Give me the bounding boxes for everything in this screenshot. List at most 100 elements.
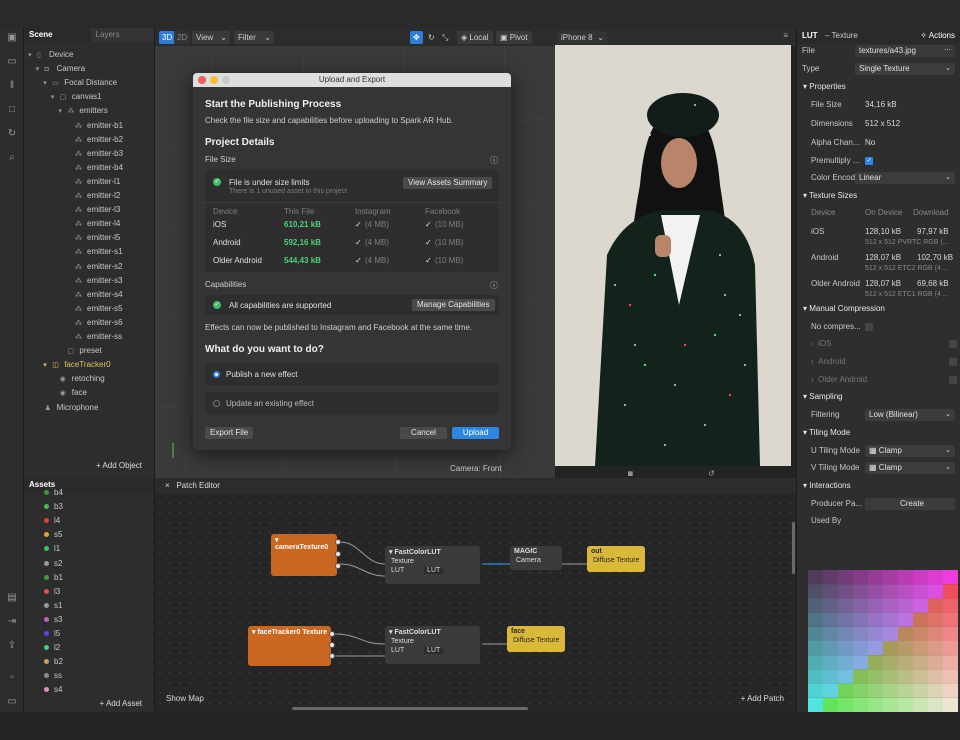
export-file-button[interactable]: Export File bbox=[205, 427, 254, 439]
refresh-icon[interactable]: ↻ bbox=[6, 128, 18, 140]
mode-2d-button[interactable]: 2D bbox=[174, 31, 191, 44]
actions-button[interactable]: ✧ Actions bbox=[920, 28, 955, 44]
caret-icon[interactable]: ▾ bbox=[58, 105, 67, 119]
upload-button[interactable]: Upload bbox=[452, 427, 499, 439]
create-button[interactable]: Create bbox=[865, 498, 955, 510]
lut-value[interactable]: LUT bbox=[424, 647, 444, 654]
menu-icon[interactable]: ≡ bbox=[783, 31, 788, 40]
device-preview-icon[interactable]: □ bbox=[6, 104, 18, 116]
interactions-section[interactable]: ▾ Interactions bbox=[803, 478, 851, 494]
texture-sizes-section[interactable]: ▾ Texture Sizes bbox=[803, 188, 857, 204]
tree-item[interactable]: ◉ retoching bbox=[51, 372, 105, 386]
asset-item[interactable]: s4 bbox=[44, 683, 62, 697]
radio-unselected[interactable] bbox=[213, 400, 220, 407]
tree-item[interactable]: ▾ ◫ faceTracker0 bbox=[43, 358, 110, 372]
info-icon[interactable]: ⓘ bbox=[490, 155, 498, 166]
option-new-effect[interactable]: Publish a new effect bbox=[205, 363, 499, 385]
output-port[interactable] bbox=[329, 642, 335, 648]
show-map-button[interactable]: Show Map bbox=[166, 694, 204, 703]
u-tiling-dropdown[interactable]: ▦ Clamp ⌄ bbox=[865, 445, 955, 457]
asset-item[interactable]: l3 bbox=[44, 585, 60, 599]
caret-icon[interactable]: ▾ bbox=[36, 63, 45, 77]
camera-texture-patch[interactable]: ▾ cameraTexture0 bbox=[271, 534, 337, 576]
folder-icon[interactable]: ▤ bbox=[6, 592, 18, 604]
more-icon[interactable]: ⋯ bbox=[944, 45, 951, 57]
asset-item[interactable]: l1 bbox=[44, 542, 60, 556]
pivot-button[interactable]: ▣ Pivot bbox=[496, 31, 532, 44]
type-dropdown[interactable]: Single Texture ⌄ bbox=[855, 63, 955, 75]
face-patch[interactable]: face Diffuse Texture bbox=[507, 626, 565, 652]
view-assets-summary-button[interactable]: View Assets Summary bbox=[403, 177, 493, 189]
caret-icon[interactable]: ▾ bbox=[28, 49, 37, 63]
tree-item[interactable]: ⁂ emitter-s3 bbox=[66, 274, 123, 288]
caret-icon[interactable]: ▾ bbox=[43, 359, 52, 373]
mode-3d-button[interactable]: 3D bbox=[159, 31, 176, 44]
output-port[interactable] bbox=[329, 631, 335, 637]
patch-editor[interactable]: × Patch Editor ▾ cameraTexture0 ▾ FastCo… bbox=[155, 478, 796, 712]
tree-item[interactable]: ⁂ emitter-s4 bbox=[66, 288, 123, 302]
info-icon[interactable]: ⓘ bbox=[490, 280, 498, 291]
tree-item[interactable]: ◉ face bbox=[51, 386, 87, 400]
tree-item[interactable]: ⁂ emitter-l3 bbox=[66, 203, 120, 217]
asset-item[interactable]: ss bbox=[44, 669, 62, 683]
cancel-button[interactable]: Cancel bbox=[400, 427, 447, 439]
device-dropdown[interactable]: iPhone 8 ⌄ bbox=[557, 31, 607, 44]
tree-item[interactable]: ▾ ▢ canvas1 bbox=[51, 90, 102, 104]
asset-item[interactable]: b1 bbox=[44, 571, 63, 585]
tree-item[interactable]: ▾ ▭ Focal Distance bbox=[43, 76, 117, 90]
lut-value[interactable]: LUT bbox=[424, 567, 444, 574]
columns-icon[interactable]: ‖ bbox=[6, 80, 18, 92]
filter-dropdown[interactable]: Filter ⌄ bbox=[234, 31, 274, 44]
asset-item[interactable]: l2 bbox=[44, 641, 60, 655]
add-asset-button[interactable]: + Add Asset bbox=[100, 699, 142, 708]
tree-item[interactable]: ⁂ emitter-l5 bbox=[66, 231, 120, 245]
vertical-scrollbar[interactable] bbox=[792, 522, 795, 574]
restart-icon[interactable]: ↺ bbox=[708, 469, 715, 478]
color-encoding-dropdown[interactable]: Linear ⌄ bbox=[855, 172, 955, 184]
mc-ios-row[interactable]: › iOS bbox=[811, 336, 831, 352]
viewport-icon[interactable]: ▣ bbox=[6, 32, 18, 44]
asset-item[interactable]: b2 bbox=[44, 655, 63, 669]
sampling-section[interactable]: ▾ Sampling bbox=[803, 389, 843, 405]
output-port[interactable] bbox=[335, 563, 341, 569]
properties-section[interactable]: ▾ Properties bbox=[803, 79, 846, 95]
minimize-window-icon[interactable] bbox=[210, 76, 218, 84]
output-port[interactable] bbox=[335, 539, 341, 545]
v-tiling-dropdown[interactable]: ▦ Clamp ⌄ bbox=[865, 462, 955, 474]
asset-item[interactable]: s1 bbox=[44, 599, 62, 613]
tree-item[interactable]: ⁂ emitter-b4 bbox=[66, 161, 123, 175]
tree-item[interactable]: ⁂ emitter-s1 bbox=[66, 245, 123, 259]
magic-patch[interactable]: MAGIC Camera bbox=[510, 546, 562, 570]
filtering-dropdown[interactable]: Low (Bilinear) ⌄ bbox=[865, 409, 955, 421]
fastcolorlut-patch-1[interactable]: ▾ FastColorLUT Texture LUT LUT bbox=[385, 546, 480, 584]
mc-ios-checkbox[interactable] bbox=[949, 340, 957, 348]
asset-item[interactable]: l4 bbox=[44, 514, 60, 528]
output-port[interactable] bbox=[329, 653, 335, 659]
screenshot-icon[interactable]: ◙ bbox=[628, 469, 633, 478]
search-icon[interactable]: ⌕ bbox=[6, 152, 18, 164]
asset-item[interactable]: b3 bbox=[44, 500, 63, 514]
asset-item[interactable]: s5 bbox=[44, 528, 62, 542]
tree-item[interactable]: ⁂ emitter-s5 bbox=[66, 302, 123, 316]
file-field[interactable]: textures/a43.jpg ⋯ bbox=[855, 45, 955, 57]
tree-item[interactable]: ▾ ⁂ emitters bbox=[58, 104, 107, 118]
tree-item[interactable]: ▾ ▯ Device bbox=[28, 48, 73, 62]
premultiply-checkbox[interactable]: ✓ bbox=[865, 157, 873, 165]
move-tool-icon[interactable]: ✥ bbox=[410, 31, 423, 44]
asset-item[interactable]: l5 bbox=[44, 627, 60, 641]
tree-item[interactable]: ⁂ emitter-l4 bbox=[66, 217, 120, 231]
asset-item[interactable]: s3 bbox=[44, 613, 62, 627]
tree-item[interactable]: ⁂ emitter-b3 bbox=[66, 147, 123, 161]
tree-item[interactable]: ♟ Microphone bbox=[36, 401, 99, 415]
video-icon[interactable]: ▭ bbox=[6, 56, 18, 68]
tree-item[interactable]: ⁂ emitter-s2 bbox=[66, 260, 123, 274]
caret-icon[interactable]: ▾ bbox=[51, 91, 60, 105]
tree-item[interactable]: ⁂ emitter-l2 bbox=[66, 189, 120, 203]
import-icon[interactable]: ⇥ bbox=[6, 616, 18, 628]
tree-item[interactable]: ⁂ emitter-b1 bbox=[66, 119, 123, 133]
add-patch-button[interactable]: + Add Patch bbox=[741, 694, 784, 703]
facetracker-texture-patch[interactable]: ▾ faceTracker0 Texture bbox=[248, 626, 331, 666]
mc-older-checkbox[interactable] bbox=[949, 376, 957, 384]
asset-item[interactable]: b4 bbox=[44, 486, 63, 500]
tree-item[interactable]: ⁂ emitter-b2 bbox=[66, 133, 123, 147]
